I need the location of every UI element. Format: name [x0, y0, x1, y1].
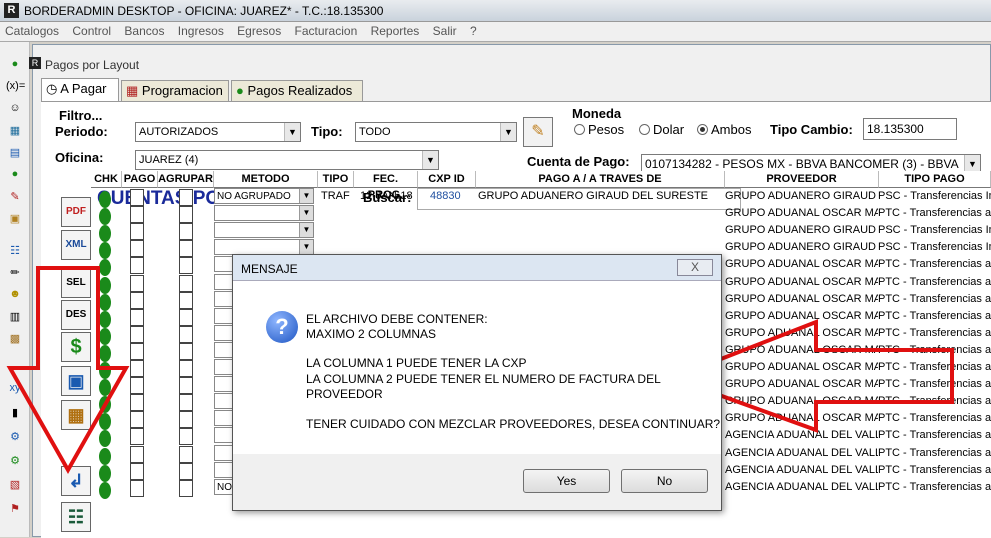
- annotation-down-arrow: [6, 266, 130, 475]
- dialog-body: ? EL ARCHIVO DEBE CONTENER: MAXIMO 2 COL…: [233, 281, 721, 454]
- dialog-line-4: LA COLUMNA 2 PUEDE TENER EL NUMERO DE FA…: [306, 372, 661, 386]
- dialog-line-5: PROVEEDOR: [306, 387, 383, 401]
- dialog-title: MENSAJE: [241, 262, 298, 276]
- no-button[interactable]: No: [621, 469, 708, 493]
- dialog-line-2: MAXIMO 2 COLUMNAS: [306, 327, 437, 341]
- message-dialog: MENSAJE X ? EL ARCHIVO DEBE CONTENER: MA…: [232, 254, 722, 511]
- question-icon: ?: [266, 311, 298, 343]
- dialog-titlebar: MENSAJE X: [233, 255, 721, 281]
- dialog-line-1: EL ARCHIVO DEBE CONTENER:: [306, 312, 488, 326]
- close-button[interactable]: X: [677, 259, 713, 276]
- dialog-line-3: LA COLUMNA 1 PUEDE TENER LA CXP: [306, 356, 527, 370]
- yes-button[interactable]: Yes: [523, 469, 610, 493]
- dialog-line-6: TENER CUIDADO CON MEZCLAR PROVEEDORES, D…: [306, 417, 721, 431]
